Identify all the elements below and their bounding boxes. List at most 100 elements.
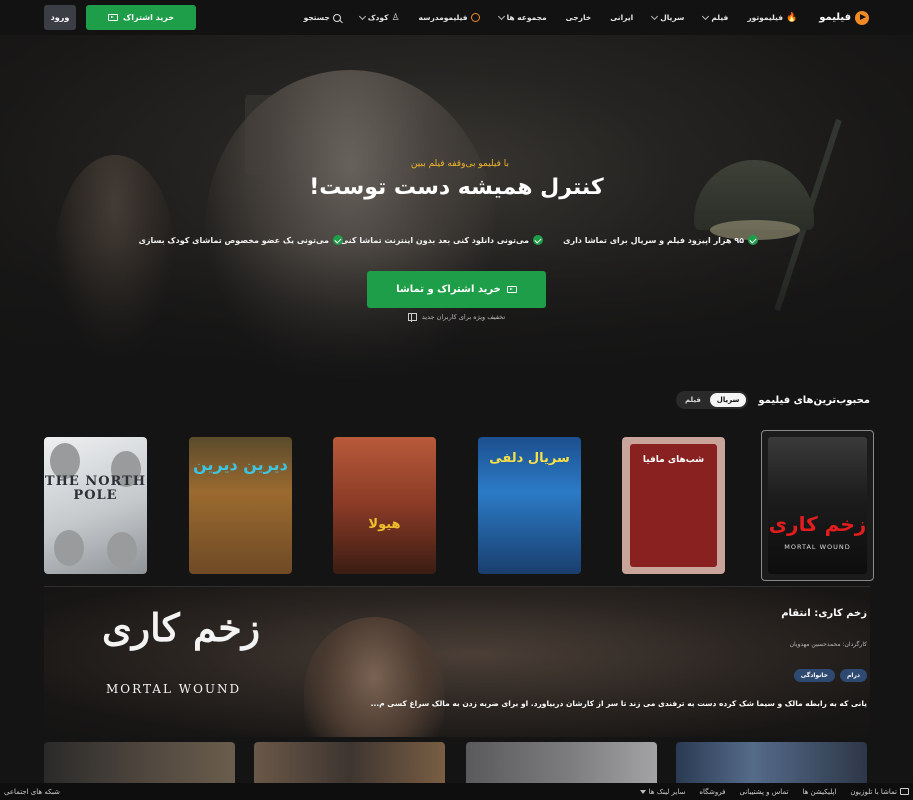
nav-item-label: فیلیمومدرسه	[418, 13, 468, 22]
footer-link-label: تماس و پشتیبانی	[739, 787, 789, 796]
poster-image: سریال دلفی	[478, 437, 581, 574]
poster-title: شب‌های مافیا	[642, 455, 705, 465]
poster-title: THE NORTH POLE	[44, 474, 147, 504]
poster-image: دیرین دیرین	[189, 437, 292, 574]
nav-item-label: کودک	[367, 13, 389, 22]
poster-card[interactable]: THE NORTH POLE	[44, 437, 147, 574]
gift-icon	[407, 313, 417, 322]
check-icon	[748, 235, 758, 245]
poster-face	[54, 530, 84, 566]
episode-thumbnail[interactable]	[254, 742, 445, 787]
genre-tag[interactable]: درام	[840, 669, 867, 682]
nav-item-filimotor[interactable]: 🔥 فیلیموتور	[747, 13, 797, 23]
featured-genres: درام خانوادگی	[793, 669, 867, 682]
footer-link-support[interactable]: تماس و پشتیبانی	[739, 788, 788, 796]
nav-item-school[interactable]: فیلیمومدرسه	[419, 13, 480, 22]
hero-tagline: با فیلیمو بی‌وقفه فیلم ببین	[410, 159, 509, 169]
hero-title-text: کنترل همیشه دست توست!	[309, 175, 604, 200]
feature-text: ۹۵ هزار اپیزود فیلم و سریال برای تماشا د…	[563, 235, 744, 245]
hero-note-text: تخفیف ویژه برای کاربران جدید	[421, 313, 506, 321]
footer-link-more[interactable]: سایر لینک ها	[639, 787, 686, 796]
poster-subtitle: MORTAL WOUND	[784, 543, 851, 551]
brand-name: فیلیمو	[819, 12, 851, 23]
poster-card[interactable]: شب‌های مافیا	[622, 437, 725, 574]
featured-description: یانی که به رابطه مالک و سیما شک کرده دست…	[370, 699, 867, 708]
hero-discount-note: تخفیف ویژه برای کاربران جدید	[0, 313, 913, 322]
footer-link-apps[interactable]: اپلیکیشن ها	[802, 788, 836, 796]
poster-image: شب‌های مافیا	[622, 437, 725, 574]
poster-title: سریال دلفی	[489, 451, 570, 466]
chevron-down-icon	[702, 12, 710, 20]
poster-image: THE NORTH POLE	[44, 437, 147, 574]
poster-face	[107, 532, 137, 568]
nav-item-label: مجموعه ها	[506, 13, 547, 22]
check-icon	[533, 235, 543, 245]
brand-logo[interactable]: فیلیمو	[819, 10, 869, 25]
footer-links: تماشا با تلوزیون اپلیکیشن ها تماس و پشتی…	[639, 787, 909, 796]
poster-card[interactable]: سریال دلفی	[478, 437, 581, 574]
feature-text: می‌تونی یک عضو مخصوص تماشای کودک بسازی	[138, 235, 329, 245]
featured-logo-subtitle: MORTAL WOUND	[106, 682, 242, 696]
nav-item-collections[interactable]: مجموعه ها	[497, 12, 547, 22]
poster-title: هیولا	[368, 517, 401, 532]
nav-menu: فیلیمو 🔥 فیلیموتور فیلم سریال ایرانی خار…	[285, 10, 869, 25]
kid-icon: ♙	[391, 12, 400, 23]
poster-image: زخم کاری MORTAL WOUND	[768, 437, 867, 574]
poster-card-selected[interactable]: زخم کاری MORTAL WOUND	[761, 430, 874, 581]
hero-subscribe-button[interactable]: خرید اشتراک و تماشا	[367, 271, 546, 308]
hero-title: کنترل همیشه دست توست!	[0, 175, 913, 200]
episode-thumbnail[interactable]	[466, 742, 657, 787]
login-button[interactable]: ورود	[44, 5, 76, 30]
bottom-bar: شبکه های اجتماعی تماشا با تلوزیون اپلیکی…	[0, 783, 913, 800]
nav-item-label: ایرانی	[610, 13, 634, 22]
footer-link-tv[interactable]: تماشا با تلوزیون	[850, 788, 909, 796]
poster-card[interactable]: دیرین دیرین	[189, 437, 292, 574]
nav-item-label: سریال	[660, 13, 685, 22]
top-nav: ورود خرید اشتراک فیلیمو 🔥 فیلیموتور فیلم…	[0, 0, 913, 35]
nav-item-label: فیلم	[711, 13, 729, 22]
nav-item-label: خارجی	[565, 13, 592, 22]
hero-banner: با فیلیمو بی‌وقفه فیلم ببین کنترل همیشه …	[0, 35, 913, 385]
featured-title[interactable]: زخم کاری: انتقام	[781, 608, 867, 619]
footer-link-label: تماشا با تلوزیون	[850, 787, 897, 796]
social-links[interactable]: شبکه های اجتماعی	[4, 788, 60, 796]
popular-toggle: فیلم سریال	[675, 391, 749, 409]
nav-item-film[interactable]: فیلم	[702, 12, 729, 22]
nav-item-label: فیلیموتور	[747, 13, 783, 22]
chevron-down-icon	[358, 12, 366, 20]
nav-item-search[interactable]: جستجو	[304, 13, 341, 22]
footer-link-store[interactable]: فروشگاه	[699, 788, 725, 796]
chevron-down-icon	[497, 12, 505, 20]
popular-title: محبوب‌ترین‌های فیلیمو	[758, 394, 870, 406]
featured-banner[interactable]: زخم کاری MORTAL WOUND زخم کاری: انتقام ک…	[44, 587, 870, 737]
search-icon	[332, 13, 341, 22]
subscribe-label: خرید اشتراک	[123, 13, 174, 22]
nav-item-label: جستجو	[303, 13, 330, 22]
footer-link-label: فروشگاه	[699, 787, 726, 796]
featured-bg-face	[304, 617, 444, 737]
nav-item-kids[interactable]: ♙ کودک	[358, 12, 400, 23]
poster-card[interactable]: هیولا	[333, 437, 436, 574]
featured-logo: زخم کاری	[102, 605, 261, 650]
episode-thumbnail[interactable]	[44, 742, 235, 787]
poster-title: دیرین دیرین	[193, 455, 288, 474]
footer-link-label: سایر لینک ها	[648, 787, 686, 796]
hero-content: با فیلیمو بی‌وقفه فیلم ببین کنترل همیشه …	[0, 35, 913, 385]
tv-play-icon	[108, 14, 119, 21]
poster-image: هیولا	[333, 437, 436, 574]
fire-icon: 🔥	[786, 12, 798, 23]
subscribe-button[interactable]: خرید اشتراک	[86, 5, 196, 30]
feature-item: ۹۵ هزار اپیزود فیلم و سریال برای تماشا د…	[563, 235, 758, 245]
episode-thumbnail[interactable]	[676, 742, 867, 787]
poster-title: زخم کاری	[768, 512, 867, 536]
tv-icon	[900, 788, 909, 795]
nav-actions: ورود خرید اشتراک	[44, 5, 196, 30]
nav-item-series[interactable]: سریال	[651, 12, 685, 22]
genre-tag[interactable]: خانوادگی	[793, 669, 835, 682]
toggle-film[interactable]: فیلم	[678, 393, 708, 407]
nav-item-foreign[interactable]: خارجی	[566, 13, 592, 22]
school-icon	[470, 13, 480, 22]
feature-item: می‌تونی یک عضو مخصوص تماشای کودک بسازی	[139, 235, 343, 245]
nav-item-iranian[interactable]: ایرانی	[610, 13, 633, 22]
toggle-series[interactable]: سریال	[709, 393, 747, 407]
